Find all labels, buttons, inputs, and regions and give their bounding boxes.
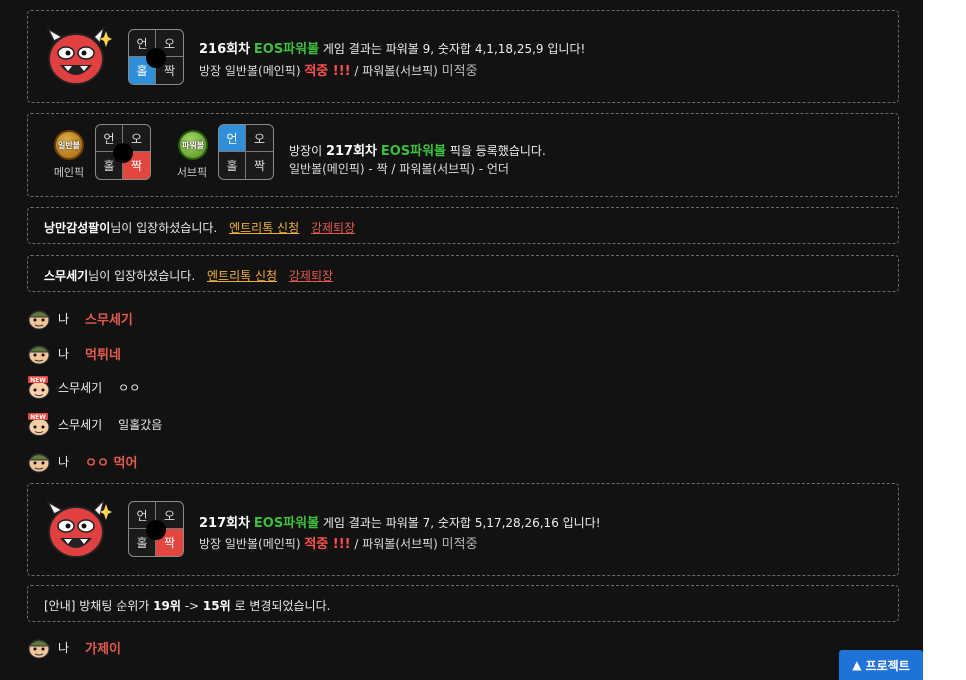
entry-nickname[interactable]: 낭만감성팔이 bbox=[44, 221, 110, 235]
soldier-avatar-icon bbox=[27, 453, 51, 473]
chat-text: ㅇㅇ 먹어 bbox=[85, 455, 138, 471]
chat-author[interactable]: 나 bbox=[58, 310, 69, 327]
chat-message: 나 먹튀네 bbox=[27, 340, 121, 366]
entry-nickname[interactable]: 스무세기 bbox=[44, 269, 88, 283]
chat-message: 나 가제이 bbox=[27, 634, 121, 660]
chat-text: 먹튀네 bbox=[85, 347, 121, 363]
sub-pick-caption: 서브픽 bbox=[176, 166, 208, 179]
entry-notice: 낭만감성팔이님이 입장하셨습니다. 엔트리톡 신청 강제퇴장 bbox=[27, 207, 899, 244]
chat-author[interactable]: 나 bbox=[58, 345, 69, 362]
entry-talk-apply-link[interactable]: 엔트리톡 신청 bbox=[207, 269, 277, 283]
pick-box: 일반볼 메인픽 언 오 홀 짝 파워볼 서브픽 언 오 홀 짝 방장이 217회… bbox=[27, 113, 899, 197]
svg-text:NEW: NEW bbox=[30, 414, 46, 421]
soldier-avatar-icon bbox=[27, 639, 51, 659]
result-line: 217회차 EOS파워볼 게임 결과는 파워볼 7, 숫자합 5,17,28,2… bbox=[199, 516, 601, 531]
result-box: 언 오 홀 짝 217회차 EOS파워볼 게임 결과는 파워볼 7, 숫자합 5… bbox=[27, 483, 899, 576]
chat-text: 일홀갔음 bbox=[118, 417, 163, 432]
entry-notice: 스무세기님이 입장하셨습니다. 엔트리톡 신청 강제퇴장 bbox=[27, 255, 899, 292]
ball-marker bbox=[146, 48, 166, 68]
result-line: 216회차 EOS파워볼 게임 결과는 파워볼 9, 숫자합 4,1,18,25… bbox=[199, 42, 586, 57]
result-status-line: 방장 일반볼(메인픽) 적중 !!! / 파워볼(서브픽) 미적중 bbox=[199, 64, 478, 79]
result-grid: 언 오 홀 짝 bbox=[128, 29, 184, 85]
chat-author[interactable]: 나 bbox=[58, 453, 69, 470]
ball-marker bbox=[146, 520, 166, 540]
power-ball-badge-icon: 파워볼 bbox=[178, 130, 208, 160]
svg-text:NEW: NEW bbox=[30, 377, 46, 384]
result-status-line: 방장 일반볼(메인픽) 적중 !!! / 파워볼(서브픽) 미적중 bbox=[199, 537, 478, 552]
normal-ball-badge-icon: 일반볼 bbox=[54, 130, 84, 160]
soldier-avatar-icon bbox=[27, 310, 51, 330]
chat-author[interactable]: 스무세기 bbox=[58, 416, 102, 433]
ball-marker bbox=[113, 143, 133, 163]
chat-message: 나 ㅇㅇ 먹어 bbox=[27, 448, 137, 474]
chat-text: 가제이 bbox=[85, 641, 121, 657]
chat-panel: 언 오 홀 짝 216회차 EOS파워볼 게임 결과는 파워볼 9, 숫자합 4… bbox=[0, 0, 923, 680]
chat-author[interactable]: 나 bbox=[58, 639, 69, 656]
main-pick-grid: 언 오 홀 짝 bbox=[95, 124, 151, 180]
chat-message: 나 스무세기 bbox=[27, 305, 133, 331]
soldier-avatar-icon bbox=[27, 345, 51, 365]
chat-text: ㅇㅇ bbox=[118, 380, 141, 395]
project-button[interactable]: ▲ 프로젝트 bbox=[839, 650, 923, 680]
devil-mascot-icon bbox=[46, 500, 112, 558]
chat-message: NEW 스무세기 ㅇㅇ bbox=[27, 374, 140, 400]
triangle-up-icon: ▲ bbox=[852, 658, 862, 672]
force-kick-link[interactable]: 강제퇴장 bbox=[311, 221, 355, 235]
result-box: 언 오 홀 짝 216회차 EOS파워볼 게임 결과는 파워볼 9, 숫자합 4… bbox=[27, 10, 899, 103]
chat-author[interactable]: 스무세기 bbox=[58, 379, 102, 396]
pick-line: 방장이 217회차 EOS파워볼 픽을 등록했습니다. bbox=[289, 144, 546, 159]
result-grid: 언 오 홀 짝 bbox=[128, 501, 184, 557]
entry-talk-apply-link[interactable]: 엔트리톡 신청 bbox=[229, 221, 299, 235]
chat-message: NEW 스무세기 일홀갔음 bbox=[27, 411, 162, 437]
rank-notice: [안내] 방채팅 순위가 19위 -> 15위 로 변경되었습니다. bbox=[27, 585, 899, 622]
main-pick-caption: 메인픽 bbox=[53, 166, 85, 179]
pick-detail-line: 일반볼(메인픽) - 짝 / 파워볼(서브픽) - 언더 bbox=[289, 162, 509, 176]
new-user-avatar-icon: NEW bbox=[28, 413, 50, 436]
new-user-avatar-icon: NEW bbox=[28, 376, 50, 399]
force-kick-link[interactable]: 강제퇴장 bbox=[289, 269, 333, 283]
devil-mascot-icon bbox=[46, 27, 112, 85]
sub-pick-grid: 언 오 홀 짝 bbox=[218, 124, 274, 180]
chat-text: 스무세기 bbox=[85, 312, 133, 328]
